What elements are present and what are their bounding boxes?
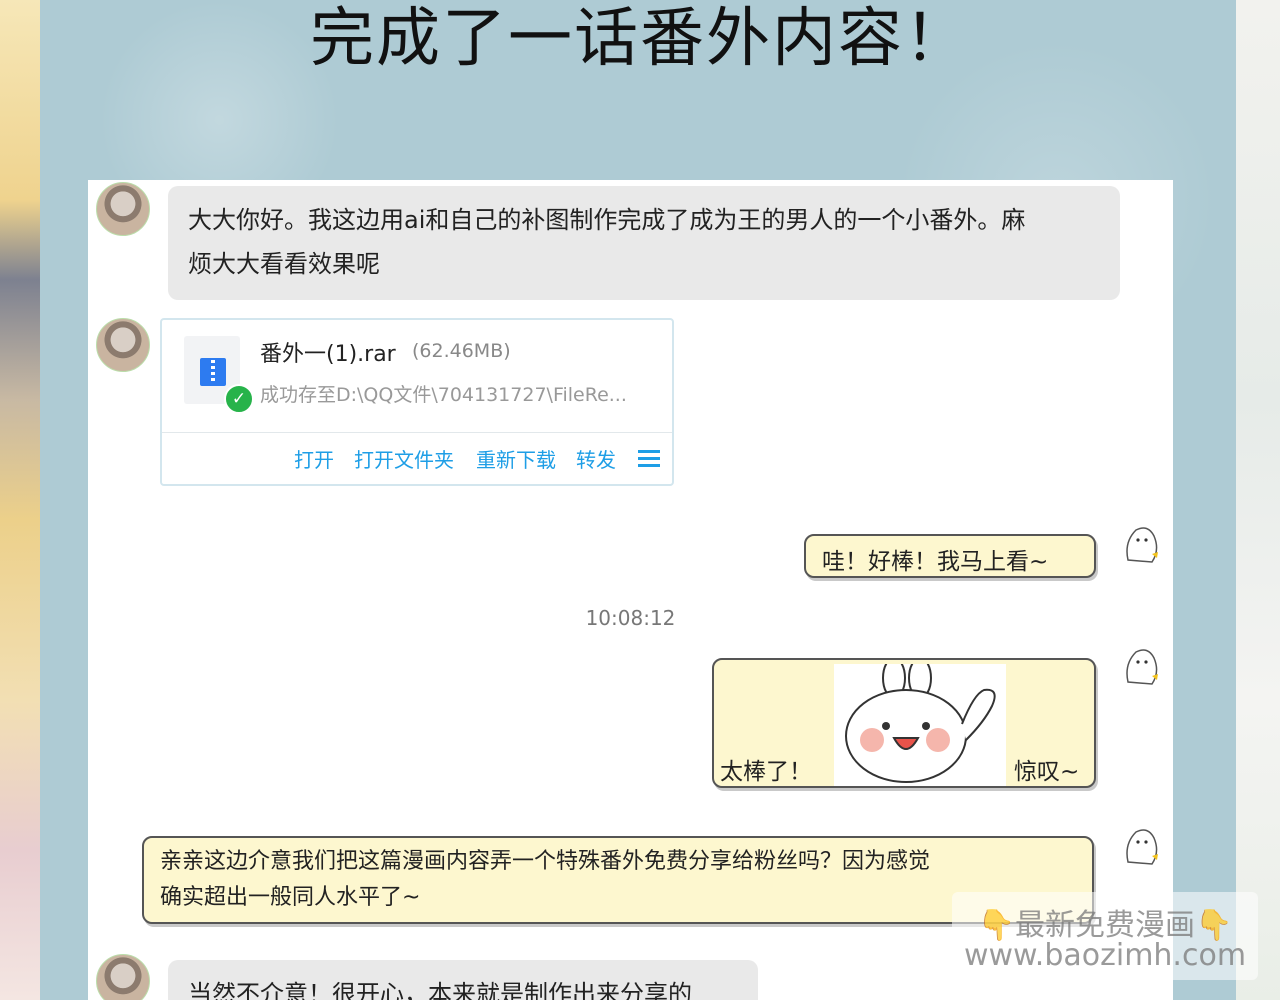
forward-button[interactable]: 转发 (576, 444, 616, 473)
message-bubble: 大大你好。我这边用ai和自己的补图制作完成了成为王的男人的一个小番外。麻 烦大大… (168, 186, 1120, 300)
message-bubble-self: 太棒了！ 惊叹~ (712, 658, 1096, 788)
divider (162, 432, 672, 433)
message-text-line: 亲亲这边介意我们把这篇漫画内容弄一个特殊番外免费分享给粉丝吗？因为感觉 (160, 849, 931, 874)
chat-window: 大大你好。我这边用ai和自己的补图制作完成了成为王的男人的一个小番外。麻 烦大大… (88, 180, 1173, 1000)
avatar-other[interactable] (96, 954, 150, 1000)
open-folder-button[interactable]: 打开文件夹 (354, 444, 454, 473)
avatar-other[interactable] (96, 182, 150, 236)
message-bubble-self: 哇！好棒！我马上看~ (804, 534, 1096, 578)
zip-icon (200, 358, 226, 386)
open-button[interactable]: 打开 (294, 444, 334, 473)
message-text-line: 烦大大看看效果呢 (188, 250, 380, 278)
message-bubble: 当然不介意！很开心，本来就是制作出来分享的 (168, 960, 758, 1000)
watermark-url: www.baozimh.com (963, 938, 1247, 973)
message-text: 惊叹~ (1014, 759, 1080, 785)
check-icon: ✓ (224, 384, 254, 414)
avatar-self[interactable] (1118, 642, 1166, 690)
background-art-right (1236, 0, 1280, 1000)
message-text-line: 确实超出一般同人水平了~ (160, 885, 421, 910)
avatar-self[interactable] (1118, 822, 1166, 870)
file-actions: 打开 打开文件夹 重新下载 转发 (162, 444, 672, 480)
file-size: (62.46MB) (412, 340, 511, 362)
background-art-left (0, 0, 40, 1000)
message-text: 太棒了！ (720, 759, 812, 785)
redownload-button[interactable]: 重新下载 (476, 444, 556, 473)
message-text: 当然不介意！很开心，本来就是制作出来分享的 (188, 980, 692, 1000)
menu-icon[interactable] (638, 450, 660, 468)
rabbit-sticker-icon (834, 664, 1006, 786)
message-text-block: 亲亲这边介意我们把这篇漫画内容弄一个特殊番外免费分享给粉丝吗？因为感觉 确实超出… (160, 844, 930, 916)
message-text: 哇！好棒！我马上看~ (822, 549, 1049, 575)
page-title: 完成了一话番外内容！ (310, 2, 970, 76)
message-text-line: 大大你好。我这边用ai和自己的补图制作完成了成为王的男人的一个小番外。麻 (188, 206, 1026, 234)
file-card[interactable]: ✓ 番外一(1).rar (62.46MB) 成功存至D:\QQ文件\70413… (160, 318, 674, 486)
message-timestamp: 10:08:12 (585, 606, 676, 630)
avatar-other[interactable] (96, 318, 150, 372)
avatar-self[interactable] (1118, 520, 1166, 568)
file-path: 成功存至D:\QQ文件\704131727\FileRe... (260, 384, 627, 406)
file-name: 番外一(1).rar (260, 342, 396, 367)
archive-file-icon: ✓ (184, 336, 254, 414)
watermark[interactable]: 👇最新免费漫画👇 www.baozimh.com (952, 892, 1258, 980)
